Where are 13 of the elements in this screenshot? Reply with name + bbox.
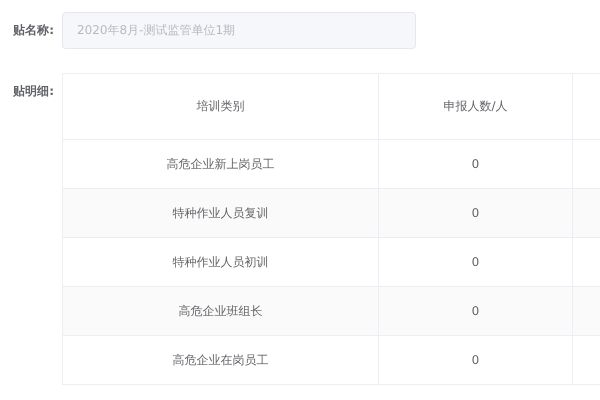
table-cell: 特种作业人员复训	[62, 188, 378, 238]
table-cell: 0	[378, 286, 572, 336]
table-cell: 0	[378, 188, 572, 238]
table-cell: 高危企业新上岗员工	[62, 140, 378, 188]
table-cell: 特种作业人员初训	[62, 238, 378, 286]
field-label: 贴名称:	[12, 22, 55, 39]
field-label: 贴明细:	[12, 83, 55, 100]
table-cell: 0	[378, 140, 572, 188]
table-cell: 0	[378, 238, 572, 286]
table-cell: 高危企业在岗员工	[62, 336, 378, 384]
column-header: 培训类别	[62, 74, 378, 140]
table-cell: 0	[378, 336, 572, 384]
table-cell: 高危企业班组长	[62, 286, 378, 336]
